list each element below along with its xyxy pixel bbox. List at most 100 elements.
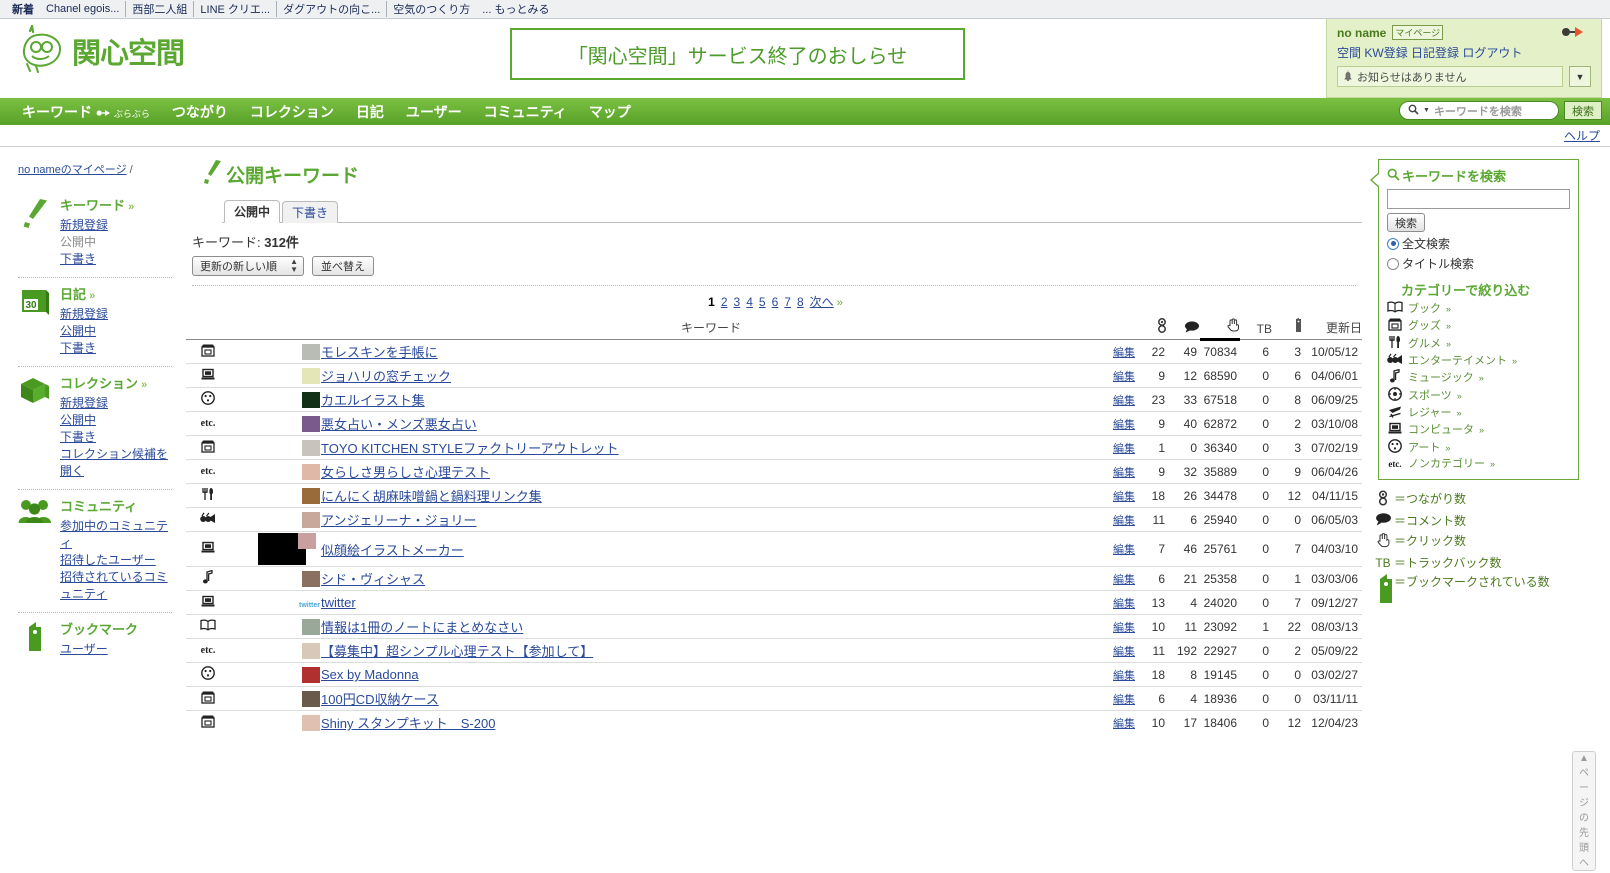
edit-link[interactable]: 編集: [1113, 622, 1135, 634]
category-filter-レジャー[interactable]: レジャー »: [1387, 405, 1570, 422]
sidebar-block-title[interactable]: コレクション »: [60, 373, 172, 392]
th-clicks[interactable]: [1200, 317, 1240, 341]
category-filter-ノンカテゴリー[interactable]: etc. ノンカテゴリー »: [1387, 457, 1570, 472]
nav-item-コレクション[interactable]: コレクション: [250, 102, 334, 122]
row-keyword-link[interactable]: アンジェリーナ・ジョリー: [321, 513, 476, 528]
row-thumbnail[interactable]: twitter: [230, 590, 320, 615]
row-thumbnail[interactable]: [230, 614, 320, 639]
edit-link[interactable]: 編集: [1113, 395, 1135, 407]
bookmark-item[interactable]: 新着: [6, 1, 40, 17]
row-keyword-link[interactable]: 100円CD収納ケース: [321, 692, 439, 707]
user-link-3[interactable]: ログアウト: [1462, 46, 1522, 60]
pager-page-3[interactable]: 3: [734, 295, 741, 309]
row-category-icon[interactable]: etc.: [186, 459, 230, 484]
bookmark-item[interactable]: 西部二人組: [125, 1, 193, 17]
category-filter-グルメ[interactable]: グルメ »: [1387, 335, 1570, 353]
category-filter-ブック[interactable]: ブック »: [1387, 301, 1570, 317]
edit-link[interactable]: 編集: [1113, 515, 1135, 527]
bookmark-item[interactable]: Chanel egois...: [40, 3, 125, 15]
row-keyword-link[interactable]: Shiny スタンプキット S-200: [321, 716, 495, 731]
keyword-search-input[interactable]: [1387, 189, 1570, 209]
row-category-icon[interactable]: [186, 686, 230, 711]
row-keyword-link[interactable]: TOYO KITCHEN STYLEファクトリーアウトレット: [321, 441, 619, 456]
category-filter-アート[interactable]: アート »: [1387, 439, 1570, 457]
row-thumbnail[interactable]: [230, 435, 320, 460]
pager-next[interactable]: 次へ: [810, 295, 834, 309]
row-thumbnail[interactable]: [230, 483, 320, 508]
row-thumbnail[interactable]: [230, 638, 320, 663]
sidebar-link-招待されているコミュニティ[interactable]: 招待されているコミュニティ: [60, 569, 172, 603]
notice-dropdown-button[interactable]: ▼: [1569, 66, 1591, 87]
edit-link[interactable]: 編集: [1113, 646, 1135, 658]
edit-link[interactable]: 編集: [1113, 371, 1135, 383]
nav-item-ユーザー[interactable]: ユーザー: [406, 102, 462, 122]
tab-link[interactable]: 下書き: [292, 206, 328, 220]
nav-item-マップ[interactable]: マップ: [589, 102, 631, 122]
sidebar-link-公開中[interactable]: 公開中: [60, 323, 172, 340]
search-input[interactable]: ▼ キーワードを検索: [1399, 101, 1559, 120]
row-keyword-link[interactable]: モレスキンを手帳に: [321, 345, 438, 360]
sidebar-link-コレクション候補を開く[interactable]: コレクション候補を開く: [60, 446, 172, 480]
row-category-icon[interactable]: etc.: [186, 411, 230, 436]
row-thumbnail[interactable]: [230, 566, 320, 591]
row-keyword-link[interactable]: 悪女占い・メンズ悪女占い: [321, 417, 477, 432]
row-category-icon[interactable]: [186, 363, 230, 388]
row-category-icon[interactable]: [186, 435, 230, 460]
search-mode-全文検索[interactable]: 全文検索: [1387, 235, 1570, 252]
user-link-1[interactable]: KW登録: [1364, 46, 1407, 60]
row-category-icon[interactable]: [186, 387, 230, 412]
row-keyword-link[interactable]: カエルイラスト集: [321, 393, 425, 408]
edit-link[interactable]: 編集: [1113, 670, 1135, 682]
sort-select[interactable]: 更新の新しい順 ▲ ▼: [192, 256, 304, 276]
sort-apply-button[interactable]: 並べ替え: [312, 256, 374, 276]
sidebar-link-参加中のコミュニティ[interactable]: 参加中のコミュニティ: [60, 518, 172, 552]
nav-item-キーワード[interactable]: キーワード ぶらぶら: [22, 102, 150, 122]
sidebar-block-title[interactable]: ブックマーク: [60, 619, 172, 638]
row-thumbnail[interactable]: [230, 339, 320, 364]
edit-link[interactable]: 編集: [1113, 574, 1135, 586]
pager-page-6[interactable]: 6: [772, 295, 779, 309]
row-thumbnail[interactable]: [230, 507, 320, 532]
row-keyword-link[interactable]: にんにく胡麻味噌鍋と鍋料理リンク集: [321, 489, 542, 504]
row-thumbnail[interactable]: [230, 387, 320, 412]
category-filter-ミュージック[interactable]: ミュージック »: [1387, 368, 1570, 387]
sidebar-link-ユーザー[interactable]: ユーザー: [60, 641, 172, 658]
edit-link[interactable]: 編集: [1113, 443, 1135, 455]
row-category-icon[interactable]: [186, 483, 230, 508]
bookmark-item[interactable]: LINE クリエ...: [193, 1, 276, 17]
pager-page-5[interactable]: 5: [759, 295, 766, 309]
category-filter-グッズ[interactable]: グッズ »: [1387, 317, 1570, 335]
row-keyword-link[interactable]: twitter: [321, 595, 356, 610]
breadcrumb-mypage-link[interactable]: no nameのマイページ: [18, 164, 127, 176]
sidebar-block-title[interactable]: コミュニティ: [60, 496, 172, 515]
sidebar-link-新規登録[interactable]: 新規登録: [60, 395, 172, 412]
search-dropdown-icon[interactable]: ▼: [1423, 107, 1430, 114]
edit-link[interactable]: 編集: [1113, 694, 1135, 706]
row-category-icon[interactable]: etc.: [186, 638, 230, 663]
row-category-icon[interactable]: [186, 710, 230, 735]
service-end-banner[interactable]: 「関心空間」サービス終了のおしらせ: [510, 28, 965, 80]
pager-page-7[interactable]: 7: [784, 295, 791, 309]
keyword-search-button[interactable]: 検索: [1387, 213, 1425, 232]
edit-link[interactable]: 編集: [1113, 347, 1135, 359]
bookmark-item[interactable]: 空気のつくり方: [386, 1, 476, 17]
radio-button[interactable]: [1387, 237, 1399, 250]
tab-公開中[interactable]: 公開中: [224, 200, 281, 223]
pager-page-2[interactable]: 2: [721, 295, 728, 309]
page-top-button[interactable]: ▲ ページの先頭へ: [1572, 751, 1596, 871]
row-keyword-link[interactable]: 女らしさ男らしさ心理テスト: [321, 465, 490, 480]
bookmark-item[interactable]: ダグアウトの向こ...: [276, 1, 386, 17]
sidebar-block-title[interactable]: 日記 »: [60, 284, 172, 303]
sidebar-link-下書き[interactable]: 下書き: [60, 251, 172, 268]
edit-link[interactable]: 編集: [1113, 544, 1135, 556]
sidebar-link-公開中[interactable]: 公開中: [60, 412, 172, 429]
edit-link[interactable]: 編集: [1113, 718, 1135, 730]
row-category-icon[interactable]: [186, 566, 230, 591]
category-filter-スポーツ[interactable]: スポーツ »: [1387, 387, 1570, 405]
row-keyword-link[interactable]: 【募集中】超シンプル心理テスト【参加して】: [321, 644, 593, 659]
row-category-icon[interactable]: [186, 531, 230, 567]
row-category-icon[interactable]: [186, 662, 230, 687]
row-keyword-link[interactable]: シド・ヴィシャス: [321, 572, 425, 587]
row-thumbnail[interactable]: [230, 363, 320, 388]
row-keyword-link[interactable]: 似顔絵イラストメーカー: [321, 543, 464, 558]
